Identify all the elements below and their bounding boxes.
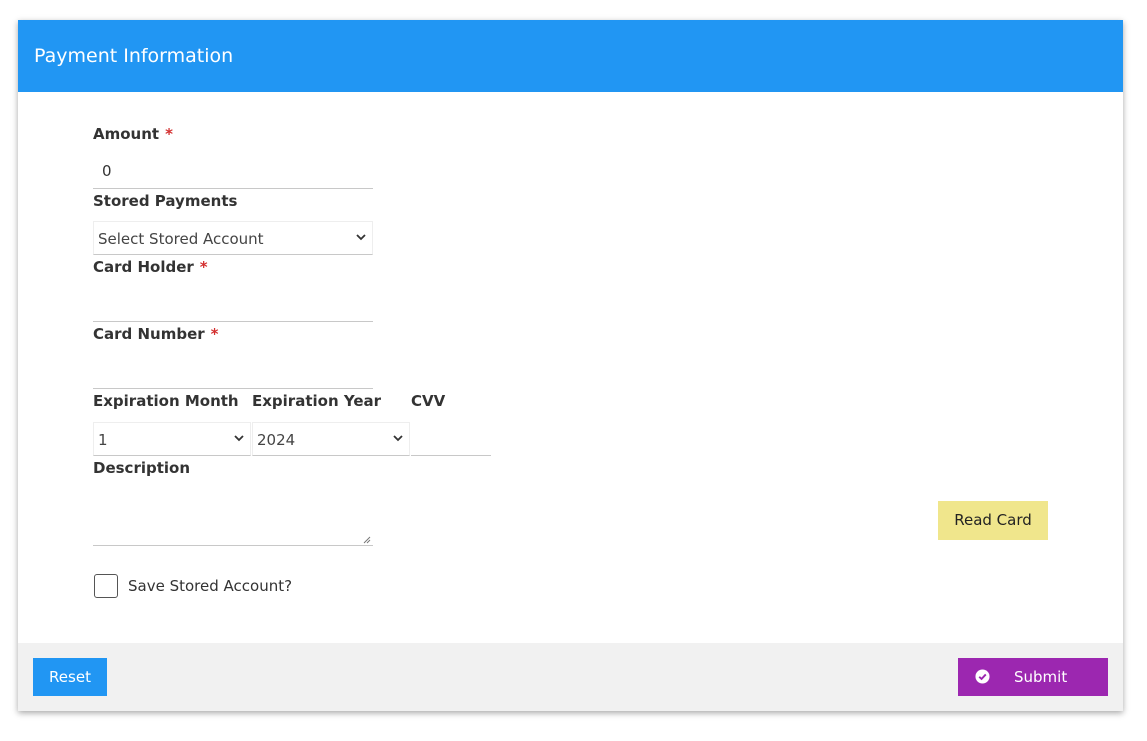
- amount-label-text: Amount: [93, 125, 160, 143]
- description-textarea[interactable]: [93, 486, 373, 546]
- payment-form-card: Payment Information Amount * Stored Payme…: [18, 20, 1123, 711]
- save-stored-account-label: Save Stored Account?: [128, 577, 293, 595]
- chevron-down-icon: [356, 234, 366, 241]
- read-card-button[interactable]: Read Card: [938, 501, 1048, 540]
- stored-payments-label: Stored Payments: [93, 192, 238, 210]
- reset-button[interactable]: Reset: [33, 658, 107, 696]
- cvv-label: CVV: [411, 392, 446, 410]
- expiration-month-selected: 1: [98, 431, 108, 449]
- submit-button[interactable]: Submit: [958, 658, 1108, 696]
- card-holder-label: Card Holder *: [93, 258, 208, 276]
- expiration-month-label: Expiration Month: [93, 392, 239, 410]
- chevron-down-icon: [234, 435, 244, 442]
- cvv-input[interactable]: [411, 422, 491, 456]
- card-number-input[interactable]: [93, 353, 373, 389]
- expiration-year-select[interactable]: 2024: [252, 422, 410, 456]
- page-title: Payment Information: [34, 45, 234, 67]
- stored-payments-select[interactable]: Select Stored Account: [93, 221, 373, 255]
- save-stored-account-checkbox[interactable]: [94, 574, 118, 598]
- resize-grip-icon[interactable]: [363, 536, 371, 544]
- expiration-month-select[interactable]: 1: [93, 422, 251, 456]
- description-label: Description: [93, 459, 191, 477]
- amount-input[interactable]: [93, 153, 373, 189]
- expiration-year-label: Expiration Year: [252, 392, 382, 410]
- stored-payments-selected: Select Stored Account: [98, 230, 264, 248]
- check-circle-icon: [975, 669, 990, 684]
- card-footer: Reset Submit: [18, 643, 1123, 711]
- card-holder-label-text: Card Holder: [93, 258, 194, 276]
- amount-label: Amount *: [93, 125, 173, 143]
- required-marker: *: [210, 325, 219, 343]
- required-marker: *: [165, 125, 173, 143]
- submit-button-label: Submit: [1014, 668, 1068, 686]
- card-holder-input[interactable]: [93, 286, 373, 322]
- card-header: Payment Information: [18, 20, 1123, 92]
- card-number-label-text: Card Number: [93, 325, 205, 343]
- card-number-label: Card Number *: [93, 325, 219, 343]
- expiration-year-selected: 2024: [257, 431, 296, 449]
- required-marker: *: [199, 258, 208, 276]
- chevron-down-icon: [393, 435, 403, 442]
